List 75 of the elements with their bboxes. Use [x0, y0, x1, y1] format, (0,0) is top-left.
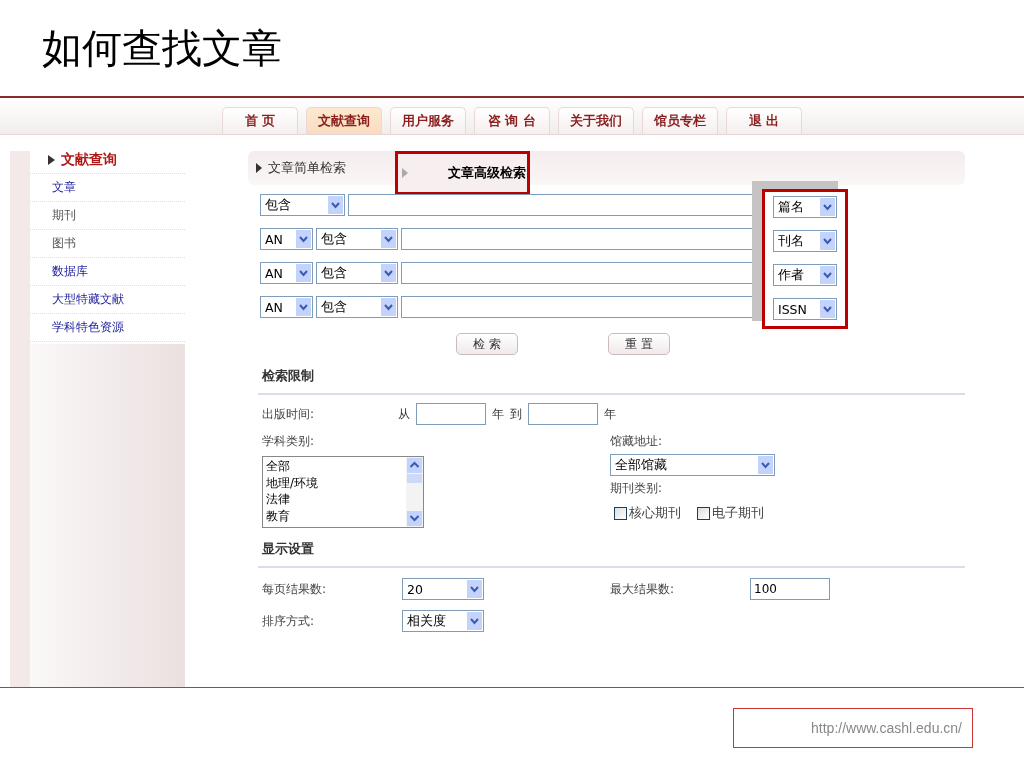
field-dropdown[interactable]: ISSN — [773, 298, 837, 320]
search-tab[interactable]: 文章简单检索 — [248, 151, 383, 185]
field-dropdown[interactable]: 作者 — [773, 264, 837, 286]
chevron-down-icon — [820, 198, 835, 216]
sort-dropdown[interactable]: 相关度 — [402, 610, 484, 632]
chevron-down-icon — [381, 298, 396, 316]
section-heading: 显示设置 — [262, 540, 315, 558]
nav-tab[interactable]: 馆员专栏 — [642, 107, 718, 134]
field-label: 期刊类别: — [610, 480, 664, 497]
chevron-down-icon — [381, 230, 396, 248]
field-label: 出版时间: — [262, 405, 316, 423]
slide-title: 如何查找文章 — [42, 23, 282, 73]
from-label: 从 — [398, 405, 410, 423]
chevron-down-icon — [296, 230, 311, 248]
search-tab[interactable]: 文章高级检索 — [395, 151, 530, 195]
year-label: 年 — [492, 405, 504, 423]
list-option[interactable]: 教育 — [266, 507, 319, 524]
year-input[interactable] — [528, 403, 598, 425]
nav-tab[interactable]: 用户服务 — [390, 107, 466, 134]
checkbox-label: 电子期刊 — [712, 505, 764, 522]
nav-tab[interactable]: 首 页 — [222, 107, 298, 134]
list-option[interactable]: 全部 — [266, 458, 319, 475]
chevron-down-icon — [820, 300, 835, 318]
field-label: 排序方式: — [262, 612, 316, 630]
nav-tab[interactable]: 文献查询 — [306, 107, 382, 134]
sidebar-link[interactable]: 文章 — [30, 174, 185, 202]
list-option[interactable]: 法律 — [266, 491, 319, 508]
sidebar-link[interactable]: 数据库 — [30, 258, 185, 286]
match-dropdown[interactable]: 包含 — [316, 228, 398, 250]
triangle-icon — [256, 163, 262, 173]
match-dropdown[interactable]: 包含 — [260, 194, 345, 216]
operator-dropdown[interactable]: AN — [260, 262, 313, 284]
list-box[interactable]: 全部 地理/环境 法律 教育 — [262, 456, 424, 528]
checkbox[interactable] — [697, 507, 710, 520]
chevron-down-icon — [467, 580, 482, 598]
per-page-dropdown[interactable]: 20 — [402, 578, 484, 600]
form-button[interactable]: 重 置 — [608, 333, 670, 355]
section-heading: 检索限制 — [262, 367, 315, 385]
triangle-icon — [402, 168, 408, 178]
location-dropdown[interactable]: 全部馆藏 — [610, 454, 775, 476]
sidebar-heading: 文献查询 — [61, 151, 117, 169]
chevron-down-icon — [820, 232, 835, 250]
to-label: 到 — [510, 405, 522, 423]
chevron-down-icon — [328, 196, 343, 214]
match-dropdown[interactable]: 包含 — [316, 262, 398, 284]
triangle-icon — [48, 155, 55, 165]
match-dropdown[interactable]: 包含 — [316, 296, 398, 318]
operator-dropdown[interactable]: AN — [260, 296, 313, 318]
chevron-down-icon — [296, 264, 311, 282]
chevron-down-icon — [296, 298, 311, 316]
operator-dropdown[interactable]: AN — [260, 228, 313, 250]
chevron-down-icon — [820, 266, 835, 284]
nav-tab[interactable]: 退 出 — [726, 107, 802, 134]
field-label: 最大结果数: — [610, 580, 676, 598]
sidebar-link[interactable]: 学科特色资源 — [30, 314, 185, 342]
scrollbar-drawing — [406, 457, 423, 527]
checkbox[interactable] — [614, 507, 627, 520]
field-dropdown[interactable]: 篇名 — [773, 196, 837, 218]
form-button[interactable]: 检 索 — [456, 333, 518, 355]
field-label: 馆藏地址: — [610, 433, 664, 450]
list-option[interactable]: 地理/环境 — [266, 474, 319, 491]
year-input[interactable] — [416, 403, 486, 425]
chevron-down-icon — [758, 456, 773, 474]
year-label: 年 — [604, 405, 616, 423]
field-label: 学科类别: — [262, 433, 316, 450]
chevron-down-icon — [381, 264, 396, 282]
sidebar-link[interactable]: 大型特藏文献 — [30, 286, 185, 314]
nav-tab[interactable]: 关于我们 — [558, 107, 634, 134]
chevron-down-icon — [467, 612, 482, 630]
nav-tab[interactable]: 咨 询 台 — [474, 107, 550, 134]
url-text: http://www.cashl.edu.cn/ — [733, 708, 973, 748]
max-results-input[interactable]: 100 — [750, 578, 830, 600]
field-dropdown[interactable]: 刊名 — [773, 230, 837, 252]
field-label: 每页结果数: — [262, 580, 328, 598]
checkbox-label: 核心期刊 — [629, 505, 681, 522]
